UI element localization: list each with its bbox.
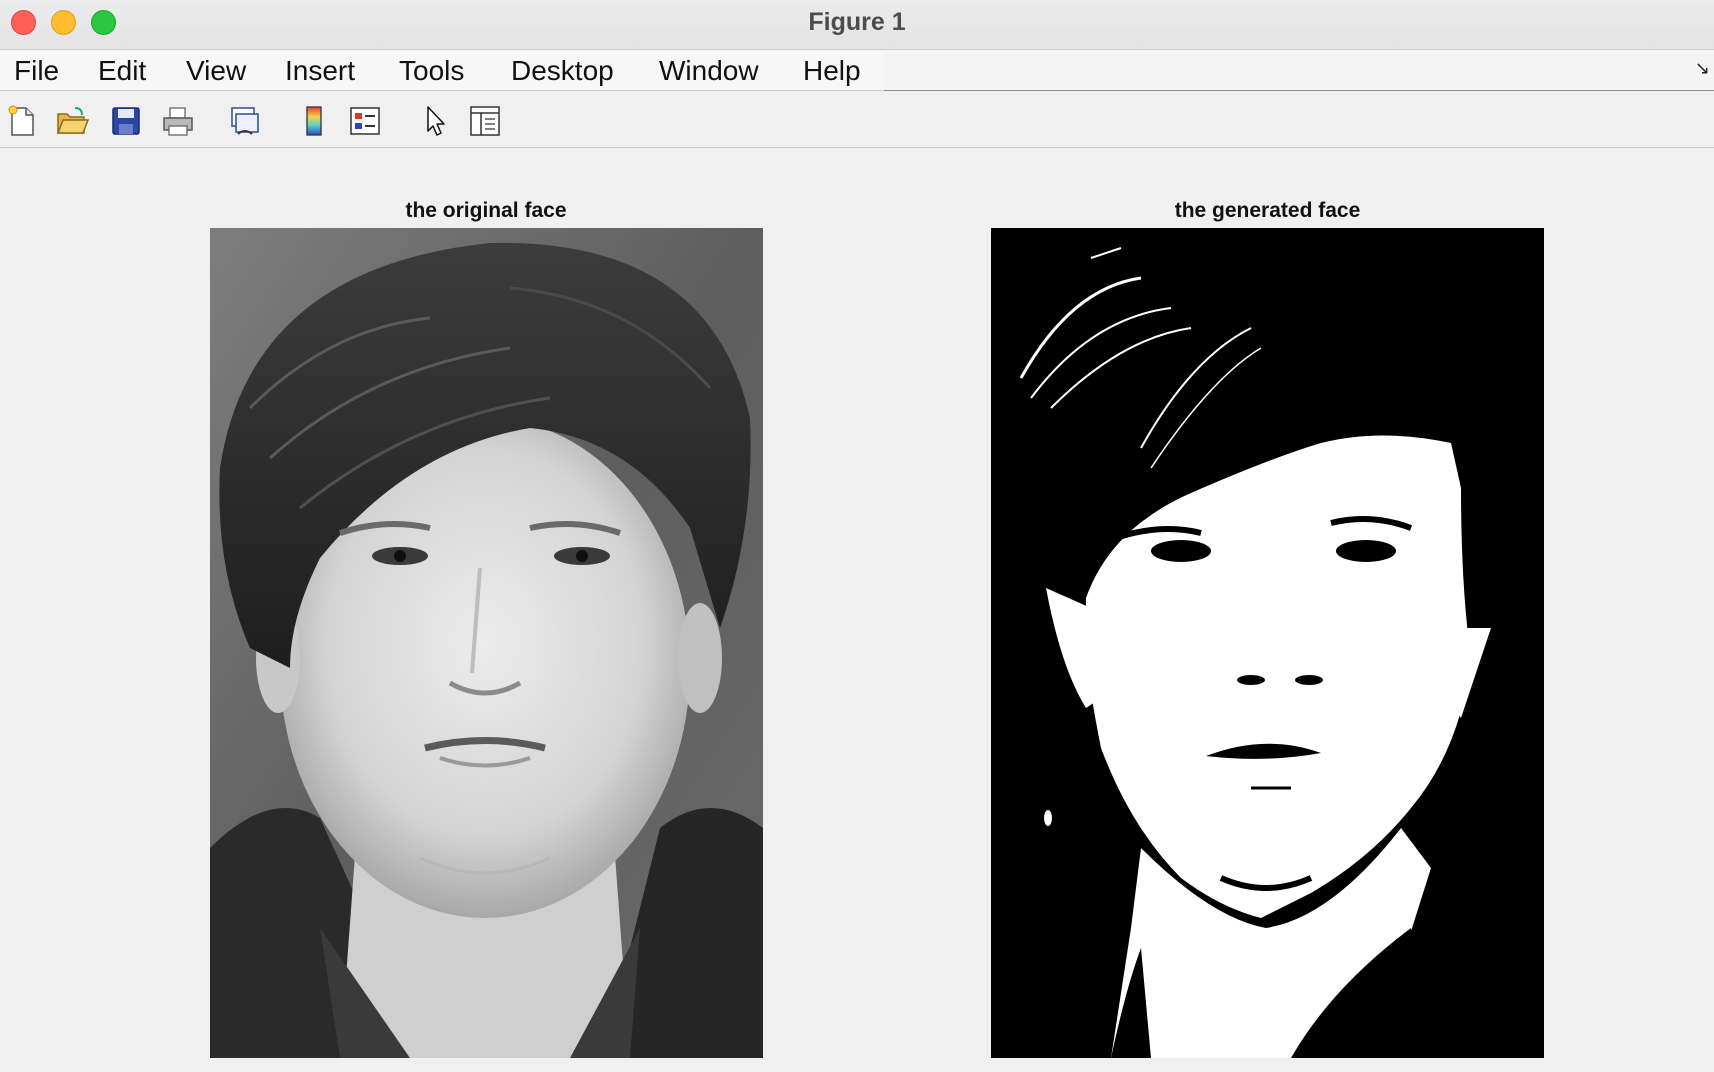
menu-insert[interactable]: Insert bbox=[285, 55, 355, 87]
legend-icon[interactable] bbox=[348, 104, 382, 138]
menu-file[interactable]: File bbox=[14, 55, 59, 87]
generated-face-image[interactable] bbox=[991, 228, 1544, 1058]
original-face-image[interactable] bbox=[210, 228, 763, 1058]
link-plot-icon[interactable] bbox=[228, 104, 262, 138]
menu-bar: File Edit View Insert Tools Desktop Wind… bbox=[0, 51, 884, 91]
figure-window: Figure 1 File Edit View Insert Tools Des… bbox=[0, 0, 1714, 1072]
axes-title-original: the original face bbox=[405, 199, 567, 222]
menu-help[interactable]: Help bbox=[803, 55, 861, 87]
figure-canvas: the original face the generated face bbox=[0, 149, 1714, 1072]
menu-window[interactable]: Window bbox=[659, 55, 759, 87]
menu-edit[interactable]: Edit bbox=[98, 55, 146, 87]
save-icon[interactable] bbox=[109, 104, 143, 138]
menu-view[interactable]: View bbox=[186, 55, 246, 87]
figure-toolbar bbox=[0, 92, 1714, 148]
open-file-icon[interactable] bbox=[55, 104, 89, 138]
dock-figure-icon[interactable]: ↘ bbox=[1695, 58, 1710, 79]
print-icon[interactable] bbox=[161, 104, 195, 138]
menu-tools[interactable]: Tools bbox=[399, 55, 464, 87]
axes-title-generated: the generated face bbox=[1174, 199, 1361, 222]
property-inspector-icon[interactable] bbox=[468, 104, 502, 138]
menu-bar-filler bbox=[884, 51, 1714, 91]
colorbar-icon[interactable] bbox=[297, 104, 331, 138]
new-figure-icon[interactable] bbox=[5, 104, 39, 138]
window-title: Figure 1 bbox=[808, 8, 906, 36]
title-bar: Figure 1 bbox=[0, 0, 1714, 50]
edit-plot-arrow-icon[interactable] bbox=[419, 104, 453, 138]
menu-desktop[interactable]: Desktop bbox=[511, 55, 614, 87]
